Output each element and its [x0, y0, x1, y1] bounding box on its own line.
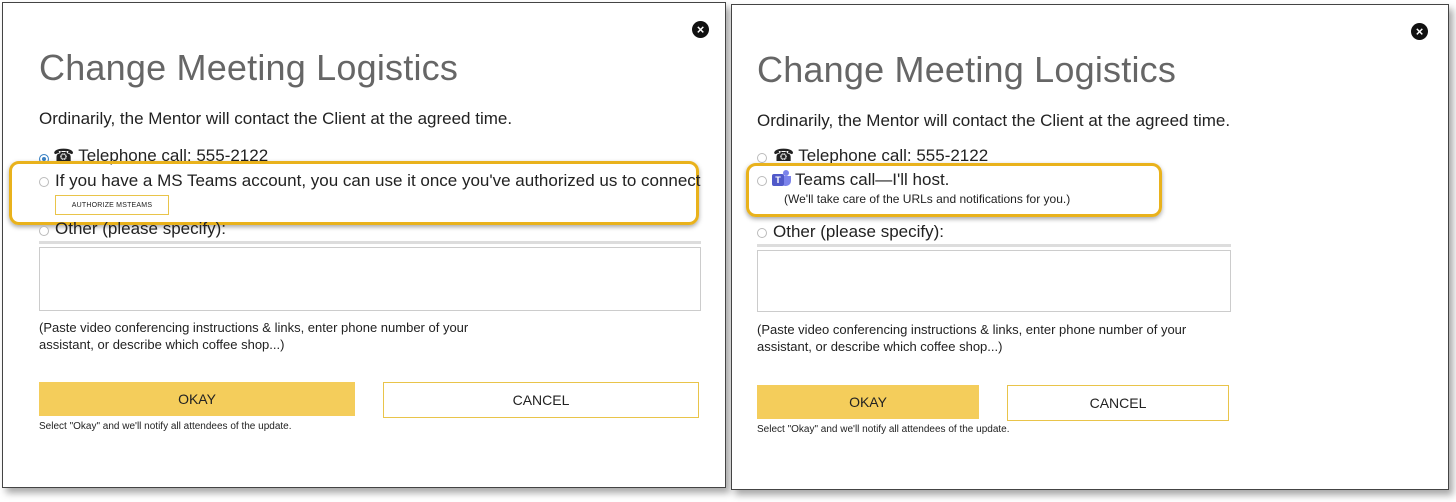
cancel-button[interactable]: CANCEL [1007, 385, 1229, 421]
other-details-textarea[interactable] [39, 247, 701, 311]
textarea-top-border [757, 244, 1231, 247]
dialog-title: Change Meeting Logistics [757, 49, 1177, 90]
authorize-msteams-button[interactable]: AUTHORIZE MSTEAMS [55, 195, 169, 215]
textarea-top-border [39, 241, 701, 244]
close-icon[interactable]: × [692, 21, 709, 38]
dialog-change-logistics-right: × Change Meeting Logistics Ordinarily, t… [731, 4, 1449, 490]
option-other-label: Other (please specify): [773, 222, 945, 241]
cancel-button[interactable]: CANCEL [383, 382, 699, 418]
hint-text: (Paste video conferencing instructions &… [39, 320, 469, 352]
ms-teams-icon: T [772, 170, 792, 188]
hint-text: (Paste video conferencing instructions &… [757, 322, 1187, 354]
option-teams-label: Teams call—I'll host. [795, 170, 950, 189]
okay-button[interactable]: OKAY [757, 385, 979, 419]
notify-note: Select "Okay" and we'll notify all atten… [757, 424, 1010, 435]
intro-text: Ordinarily, the Mentor will contact the … [39, 109, 513, 128]
option-teams: T Teams call—I'll host. [772, 170, 949, 190]
dialog-title: Change Meeting Logistics [39, 47, 459, 88]
radio-other[interactable] [757, 228, 767, 238]
okay-button[interactable]: OKAY [39, 382, 355, 416]
other-details-textarea[interactable] [757, 250, 1231, 312]
close-icon[interactable]: × [1411, 23, 1428, 40]
dialog-change-logistics-left: × Change Meeting Logistics Ordinarily, t… [2, 2, 726, 488]
radio-teams[interactable] [757, 176, 767, 186]
teams-subtext: (We'll take care of the URLs and notific… [784, 192, 1071, 206]
radio-telephone[interactable] [757, 153, 767, 163]
radio-other[interactable] [39, 226, 49, 236]
notify-note: Select "Okay" and we'll notify all atten… [39, 421, 292, 432]
option-teams-label: If you have a MS Teams account, you can … [55, 171, 701, 190]
option-other-label: Other (please specify): [55, 219, 227, 238]
intro-text: Ordinarily, the Mentor will contact the … [757, 111, 1231, 130]
radio-teams[interactable] [39, 177, 49, 187]
